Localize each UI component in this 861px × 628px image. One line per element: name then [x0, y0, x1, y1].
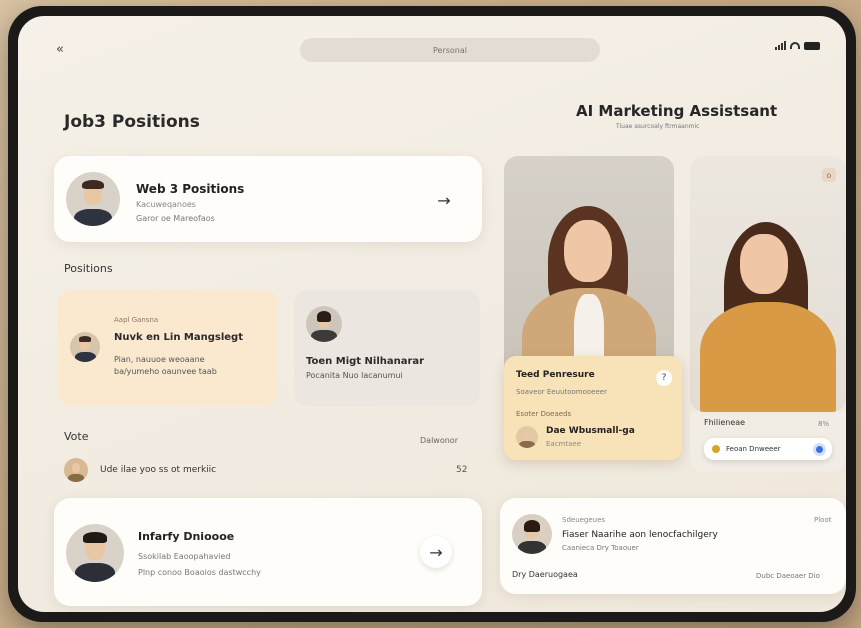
assistant-subtitle: Tiuae asurcoaly ftrmaanmic [616, 123, 700, 130]
positions-label: Positions [64, 262, 113, 275]
position-card-1-title: Nuvk en Lin Mangslegt [114, 332, 243, 343]
position-card-1-small: Aapl Gansna [114, 316, 159, 324]
info-card-title: Teed Penresure [516, 370, 595, 380]
avatar [306, 306, 342, 342]
vote-row-text: Ude ilae yoo ss ot merkiic [100, 465, 217, 475]
featured-title: Web 3 Positions [136, 182, 245, 196]
toggle-option[interactable]: Feoan Dnweeer [704, 438, 832, 460]
status-icons [775, 41, 820, 50]
bottom-right-footer-left: Dry Daeruogaea [512, 570, 578, 579]
info-card-subtitle: Soaveor Eeuutoomooeeer [516, 388, 607, 396]
page-title: Job3 Positions [64, 112, 200, 132]
bottom-right-title: Fiaser Naarihe aon lenocfachilgery [562, 530, 718, 540]
bottom-arrow-button[interactable]: → [420, 536, 452, 568]
radio-icon[interactable] [813, 442, 826, 456]
toggle-option-label: Feoan Dnweeer [726, 445, 781, 453]
position-card-1[interactable]: Aapl Gansna Nuvk en Lin Mangslegt Pian, … [58, 290, 278, 406]
position-card-2[interactable]: Toen Migt Nilhanarar Pocanita Nuo lacanu… [294, 290, 480, 406]
bottom-right-subtitle: Caanieca Dry Toaouer [562, 544, 639, 552]
url-text: Personal [432, 45, 467, 55]
avatar [70, 332, 100, 362]
url-bar[interactable]: Personal [300, 38, 600, 62]
info-card-role: Eacmtaee [546, 440, 582, 448]
featured-subtitle: Kacuweqanoes [136, 200, 196, 209]
featured-position-card[interactable]: Web 3 Positions Kacuweqanoes Garor oe Ma… [54, 156, 482, 242]
bottom-right-small-right: Ploot [814, 516, 832, 524]
position-card-2-title: Toen Migt Nilhanarar [306, 356, 425, 367]
bottom-card-subtitle: Ssokilab Eaoopahavied [138, 552, 231, 561]
info-card-small: Esoter Doeaeds [516, 410, 572, 418]
bottom-card-meta: Plnp conoo Boaoios dastwcchy [138, 568, 261, 577]
vote-row[interactable]: Ude ilae yoo ss ot merkiic 52 [64, 456, 478, 484]
tablet-device: « Personal Job3 Positions Web 3 Position… [8, 6, 856, 622]
position-card-2-desc: Pocanita Nuo lacanumui [306, 371, 403, 380]
signal-icon [775, 41, 786, 50]
wifi-icon [790, 42, 800, 49]
bottom-card-title: Infarfy Dnioooe [138, 530, 235, 543]
arrow-right-icon: → [429, 542, 443, 562]
avatar [66, 172, 120, 226]
featured-meta: Garor oe Mareofaos [136, 214, 215, 223]
screen: « Personal Job3 Positions Web 3 Position… [18, 16, 846, 612]
person-photo [690, 156, 846, 412]
position-card-1-desc2: ba/yumeho oaunvee taab [114, 367, 217, 376]
avatar [516, 426, 538, 448]
avatar [64, 458, 88, 482]
bottom-position-card[interactable]: Infarfy Dnioooe Ssokilab Eaoopahavied Pl… [54, 498, 482, 606]
vote-row-count: 52 [456, 465, 468, 475]
featured-arrow-button[interactable]: → [428, 184, 460, 216]
bottom-right-footer-right: Dubc Daeoaer Dio [756, 572, 820, 580]
battery-icon [804, 41, 820, 50]
avatar [512, 514, 552, 554]
side-panel-label: Fhilieneae [704, 418, 746, 427]
assistant-photo-card-2[interactable]: o [690, 156, 846, 412]
back-icon[interactable]: « [56, 42, 64, 57]
vote-right-label: Dalwonor [420, 436, 458, 445]
side-panel: Fhilieneae 8% Feoan Dnweeer [690, 412, 846, 472]
assistant-bottom-card[interactable]: Sdeuegeues Ploot Fiaser Naarihe aon leno… [500, 498, 846, 594]
coin-icon [712, 445, 720, 453]
vote-label: Vote [64, 430, 89, 443]
help-icon[interactable]: ? [656, 370, 672, 386]
bottom-right-small: Sdeuegeues [562, 516, 606, 524]
side-panel-pct: 8% [818, 420, 830, 428]
avatar [66, 524, 124, 582]
arrow-right-icon: → [437, 190, 451, 210]
assistant-info-card[interactable]: Teed Penresure ? Soaveor Eeuutoomooeeer … [504, 356, 682, 460]
info-card-name: Dae Wbusmall-ga [546, 426, 635, 436]
position-card-1-desc: Pian, nauuoe weoaane [114, 355, 205, 364]
assistant-title: AI Marketing Assistsant [576, 102, 778, 120]
